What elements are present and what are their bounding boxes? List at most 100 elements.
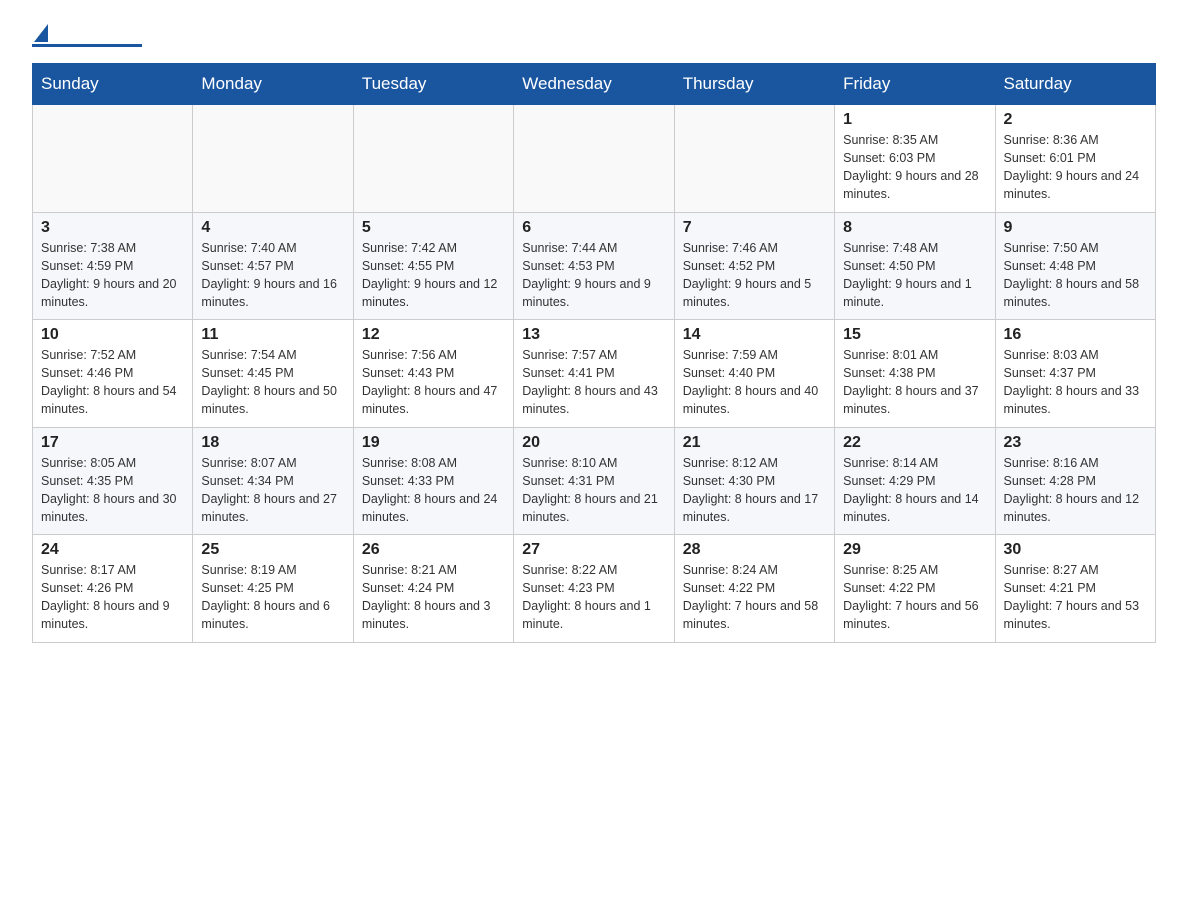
calendar-week-row: 24 Sunrise: 8:17 AM Sunset: 4:26 PM Dayli… [33,535,1156,643]
calendar-cell: 30 Sunrise: 8:27 AM Sunset: 4:21 PM Dayli… [995,535,1155,643]
weekday-header-tuesday: Tuesday [353,64,513,105]
day-number: 4 [201,219,344,237]
day-info: Sunrise: 8:25 AM Sunset: 4:22 PM Dayligh… [843,561,986,634]
day-info: Sunrise: 7:57 AM Sunset: 4:41 PM Dayligh… [522,346,665,419]
day-info: Sunrise: 7:54 AM Sunset: 4:45 PM Dayligh… [201,346,344,419]
calendar-cell: 1 Sunrise: 8:35 AM Sunset: 6:03 PM Daylig… [835,105,995,213]
day-info: Sunrise: 8:21 AM Sunset: 4:24 PM Dayligh… [362,561,505,634]
day-number: 22 [843,434,986,452]
day-number: 17 [41,434,184,452]
calendar-cell: 16Sunrise: 8:03 AM Sunset: 4:37 PM Dayli… [995,320,1155,428]
calendar-cell: 22 Sunrise: 8:14 AM Sunset: 4:29 PM Dayli… [835,427,995,535]
day-number: 3 [41,219,184,237]
calendar-cell: 24 Sunrise: 8:17 AM Sunset: 4:26 PM Dayli… [33,535,193,643]
calendar-cell: 8Sunrise: 7:48 AM Sunset: 4:50 PM Daylig… [835,212,995,320]
day-info: Sunrise: 8:22 AM Sunset: 4:23 PM Dayligh… [522,561,665,634]
logo-underline [32,44,142,47]
day-number: 11 [201,326,344,344]
day-info: Sunrise: 8:24 AM Sunset: 4:22 PM Dayligh… [683,561,826,634]
calendar-cell: 9 Sunrise: 7:50 AM Sunset: 4:48 PM Daylig… [995,212,1155,320]
logo-triangle-icon [34,24,48,42]
day-info: Sunrise: 8:36 AM Sunset: 6:01 PM Dayligh… [1004,131,1147,204]
day-info: Sunrise: 8:08 AM Sunset: 4:33 PM Dayligh… [362,454,505,527]
calendar-cell [674,105,834,213]
day-info: Sunrise: 7:44 AM Sunset: 4:53 PM Dayligh… [522,239,665,312]
weekday-header-wednesday: Wednesday [514,64,674,105]
day-number: 9 [1004,219,1147,237]
calendar-cell: 20Sunrise: 8:10 AM Sunset: 4:31 PM Dayli… [514,427,674,535]
calendar-cell: 21 Sunrise: 8:12 AM Sunset: 4:30 PM Dayli… [674,427,834,535]
day-info: Sunrise: 7:46 AM Sunset: 4:52 PM Dayligh… [683,239,826,312]
calendar-week-row: 1 Sunrise: 8:35 AM Sunset: 6:03 PM Daylig… [33,105,1156,213]
day-info: Sunrise: 8:12 AM Sunset: 4:30 PM Dayligh… [683,454,826,527]
day-number: 20 [522,434,665,452]
day-number: 24 [41,541,184,559]
day-number: 23 [1004,434,1147,452]
calendar-cell: 28 Sunrise: 8:24 AM Sunset: 4:22 PM Dayli… [674,535,834,643]
day-number: 8 [843,219,986,237]
day-info: Sunrise: 8:35 AM Sunset: 6:03 PM Dayligh… [843,131,986,204]
calendar-cell: 5Sunrise: 7:42 AM Sunset: 4:55 PM Daylig… [353,212,513,320]
weekday-header-monday: Monday [193,64,353,105]
calendar-cell: 18Sunrise: 8:07 AM Sunset: 4:34 PM Dayli… [193,427,353,535]
calendar-cell: 2Sunrise: 8:36 AM Sunset: 6:01 PM Daylig… [995,105,1155,213]
calendar-table: SundayMondayTuesdayWednesdayThursdayFrid… [32,63,1156,643]
calendar-cell: 19 Sunrise: 8:08 AM Sunset: 4:33 PM Dayli… [353,427,513,535]
weekday-header-sunday: Sunday [33,64,193,105]
day-number: 13 [522,326,665,344]
day-info: Sunrise: 8:05 AM Sunset: 4:35 PM Dayligh… [41,454,184,527]
day-info: Sunrise: 7:42 AM Sunset: 4:55 PM Dayligh… [362,239,505,312]
calendar-cell: 14Sunrise: 7:59 AM Sunset: 4:40 PM Dayli… [674,320,834,428]
day-info: Sunrise: 8:17 AM Sunset: 4:26 PM Dayligh… [41,561,184,634]
day-number: 19 [362,434,505,452]
calendar-cell: 23 Sunrise: 8:16 AM Sunset: 4:28 PM Dayli… [995,427,1155,535]
day-number: 6 [522,219,665,237]
day-number: 30 [1004,541,1147,559]
day-info: Sunrise: 8:01 AM Sunset: 4:38 PM Dayligh… [843,346,986,419]
calendar-cell: 4 Sunrise: 7:40 AM Sunset: 4:57 PM Daylig… [193,212,353,320]
calendar-week-row: 17 Sunrise: 8:05 AM Sunset: 4:35 PM Dayli… [33,427,1156,535]
day-number: 28 [683,541,826,559]
calendar-cell [514,105,674,213]
day-number: 27 [522,541,665,559]
calendar-cell: 25 Sunrise: 8:19 AM Sunset: 4:25 PM Dayli… [193,535,353,643]
calendar-cell [193,105,353,213]
calendar-cell [33,105,193,213]
day-number: 29 [843,541,986,559]
day-info: Sunrise: 7:40 AM Sunset: 4:57 PM Dayligh… [201,239,344,312]
calendar-cell: 13 Sunrise: 7:57 AM Sunset: 4:41 PM Dayli… [514,320,674,428]
day-number: 7 [683,219,826,237]
day-info: Sunrise: 8:19 AM Sunset: 4:25 PM Dayligh… [201,561,344,634]
day-number: 26 [362,541,505,559]
day-info: Sunrise: 7:56 AM Sunset: 4:43 PM Dayligh… [362,346,505,419]
calendar-week-row: 3 Sunrise: 7:38 AM Sunset: 4:59 PM Daylig… [33,212,1156,320]
day-number: 18 [201,434,344,452]
calendar-cell: 15Sunrise: 8:01 AM Sunset: 4:38 PM Dayli… [835,320,995,428]
calendar-cell: 7 Sunrise: 7:46 AM Sunset: 4:52 PM Daylig… [674,212,834,320]
calendar-cell: 12 Sunrise: 7:56 AM Sunset: 4:43 PM Dayli… [353,320,513,428]
day-number: 12 [362,326,505,344]
calendar-cell: 3 Sunrise: 7:38 AM Sunset: 4:59 PM Daylig… [33,212,193,320]
page-header [32,24,1156,47]
calendar-cell: 6 Sunrise: 7:44 AM Sunset: 4:53 PM Daylig… [514,212,674,320]
day-info: Sunrise: 7:38 AM Sunset: 4:59 PM Dayligh… [41,239,184,312]
calendar-cell: 29 Sunrise: 8:25 AM Sunset: 4:22 PM Dayli… [835,535,995,643]
weekday-header-thursday: Thursday [674,64,834,105]
day-info: Sunrise: 7:52 AM Sunset: 4:46 PM Dayligh… [41,346,184,419]
calendar-week-row: 10 Sunrise: 7:52 AM Sunset: 4:46 PM Dayli… [33,320,1156,428]
day-info: Sunrise: 8:16 AM Sunset: 4:28 PM Dayligh… [1004,454,1147,527]
day-info: Sunrise: 7:50 AM Sunset: 4:48 PM Dayligh… [1004,239,1147,312]
calendar-cell: 27 Sunrise: 8:22 AM Sunset: 4:23 PM Dayli… [514,535,674,643]
day-number: 10 [41,326,184,344]
day-number: 21 [683,434,826,452]
day-number: 14 [683,326,826,344]
weekday-header-saturday: Saturday [995,64,1155,105]
day-info: Sunrise: 8:27 AM Sunset: 4:21 PM Dayligh… [1004,561,1147,634]
calendar-cell: 17 Sunrise: 8:05 AM Sunset: 4:35 PM Dayli… [33,427,193,535]
day-number: 25 [201,541,344,559]
day-number: 1 [843,111,986,129]
day-info: Sunrise: 8:14 AM Sunset: 4:29 PM Dayligh… [843,454,986,527]
calendar-cell: 10 Sunrise: 7:52 AM Sunset: 4:46 PM Dayli… [33,320,193,428]
calendar-cell: 26 Sunrise: 8:21 AM Sunset: 4:24 PM Dayli… [353,535,513,643]
calendar-cell: 11 Sunrise: 7:54 AM Sunset: 4:45 PM Dayli… [193,320,353,428]
